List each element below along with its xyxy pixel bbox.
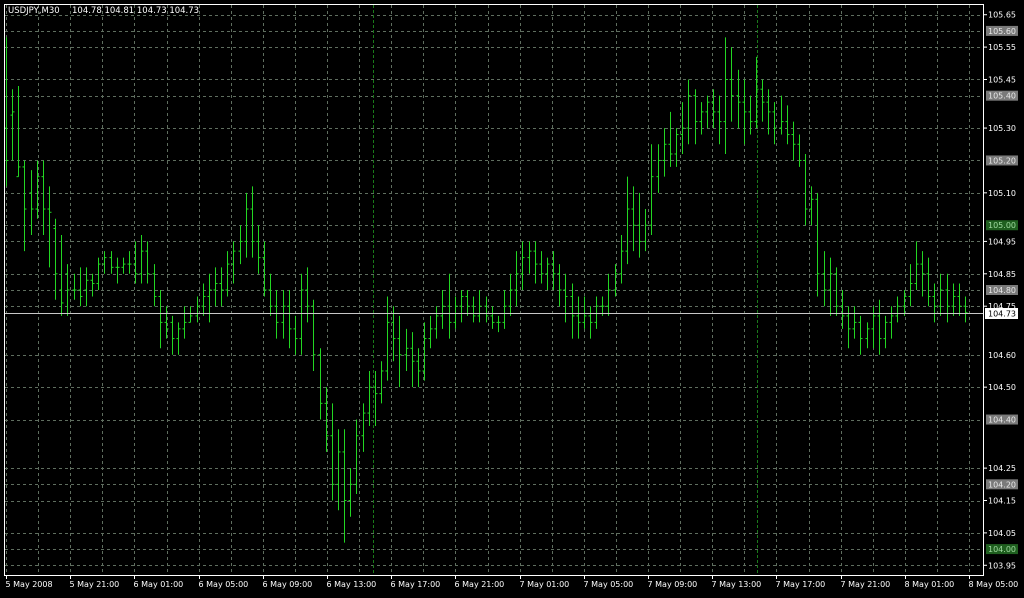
time-axis-label: 7 May 17:00	[776, 580, 826, 589]
price-level-label: 104.40	[988, 416, 1016, 425]
price-level-label: 105.20	[988, 156, 1016, 165]
price-level-box: 104.80	[986, 285, 1018, 295]
price-level-box: 105.20	[986, 155, 1018, 166]
time-axis-label: 7 May 13:00	[712, 580, 762, 589]
price-axis[interactable]: 105.65 105.55 105.45 105.30 105.10 104.95 104.…	[984, 11, 1018, 571]
price-level-label: 104.20	[988, 480, 1016, 489]
price-axis-label: 105.45	[988, 75, 1016, 84]
price-axis-label: 103.95	[988, 561, 1016, 570]
price-axis-label: 104.50	[988, 383, 1016, 392]
symbol-label: USDJPY,M30	[8, 6, 60, 16]
time-axis-label: 7 May 09:00	[648, 580, 698, 589]
time-axis-label: 8 May 01:00	[905, 580, 955, 589]
time-axis-label: 5 May 2008	[6, 580, 53, 589]
time-axis-label: 6 May 17:00	[391, 580, 441, 589]
price-level-label: 105.60	[988, 27, 1016, 36]
price-axis-label: 104.05	[988, 529, 1016, 538]
price-level-label: 105.40	[988, 92, 1016, 101]
ohlc-readout: 104.78 104.81 104.73 104.73	[72, 6, 199, 16]
price-axis-label: 104.15	[988, 497, 1016, 506]
current-price-label: 104.73	[988, 310, 1016, 319]
price-level-box: 104.60	[988, 351, 1016, 360]
price-axis-label: 105.30	[988, 124, 1016, 133]
time-axis-label: 5 May 21:00	[70, 580, 120, 589]
time-axis-label: 7 May 01:00	[520, 580, 570, 589]
price-axis-label: 105.55	[988, 43, 1016, 52]
time-axis-label: 7 May 05:00	[584, 580, 634, 589]
price-level-label: 104.60	[988, 351, 1016, 360]
price-level-box: 105.00	[986, 220, 1018, 231]
chart-canvas[interactable]: 105.65 105.55 105.45 105.30 105.10 104.95 104.…	[0, 0, 1024, 594]
price-level-box: 104.20	[986, 479, 1018, 490]
time-axis-label: 6 May 01:00	[134, 580, 184, 589]
price-level-box: 105.40	[986, 90, 1018, 101]
price-axis-label: 104.85	[988, 270, 1016, 279]
price-axis-label: 105.65	[988, 11, 1016, 20]
chart-header: USDJPY,M30 104.78 104.81 104.73 104.73	[8, 6, 199, 16]
time-axis-label: 6 May 05:00	[199, 580, 249, 589]
price-level-box: 104.40	[986, 414, 1018, 425]
price-level-label: 104.00	[988, 545, 1016, 554]
price-level-label: 104.80	[988, 286, 1016, 295]
price-level-label: 105.00	[988, 221, 1016, 230]
chart-background	[0, 0, 1024, 594]
price-axis-label: 104.25	[988, 464, 1016, 473]
time-axis-label: 7 May 21:00	[841, 580, 891, 589]
time-axis-label: 8 May 05:00	[969, 580, 1019, 589]
price-chart[interactable]: 105.65 105.55 105.45 105.30 105.10 104.95 104.…	[0, 0, 1024, 594]
price-level-box: 105.60	[986, 25, 1018, 36]
price-axis-label: 105.10	[988, 189, 1016, 198]
price-level-box: 104.00	[986, 544, 1018, 555]
current-price-box: 104.73	[985, 308, 1018, 319]
time-axis-label: 6 May 21:00	[455, 580, 505, 589]
time-axis-label: 6 May 13:00	[327, 580, 377, 589]
price-axis-label: 104.95	[988, 237, 1016, 246]
time-axis-label: 6 May 09:00	[263, 580, 313, 589]
